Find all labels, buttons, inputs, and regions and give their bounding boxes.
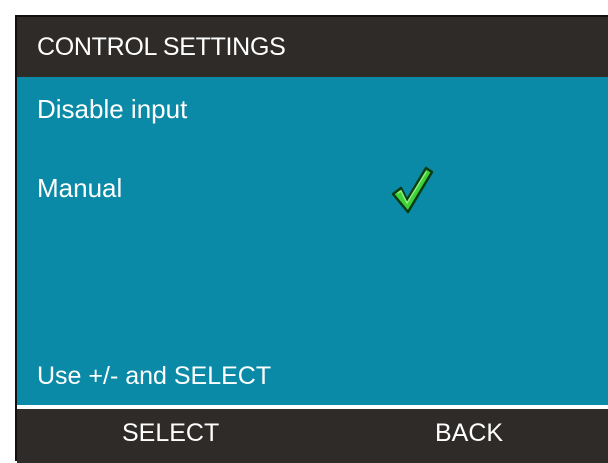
screen-title: CONTROL SETTINGS bbox=[37, 33, 286, 61]
back-softkey[interactable]: BACK bbox=[435, 419, 503, 448]
menu-item-manual[interactable]: Manual bbox=[37, 173, 122, 204]
select-softkey[interactable]: SELECT bbox=[122, 419, 219, 448]
device-screen: CONTROL SETTINGS Disable input Manual Us… bbox=[15, 15, 608, 463]
title-bar: CONTROL SETTINGS bbox=[17, 17, 608, 77]
instruction-hint: Use +/- and SELECT bbox=[37, 362, 272, 390]
menu-item-disable-input[interactable]: Disable input bbox=[37, 94, 187, 125]
softkey-bar: SELECT BACK bbox=[17, 409, 608, 463]
checkmark-icon bbox=[391, 166, 434, 214]
